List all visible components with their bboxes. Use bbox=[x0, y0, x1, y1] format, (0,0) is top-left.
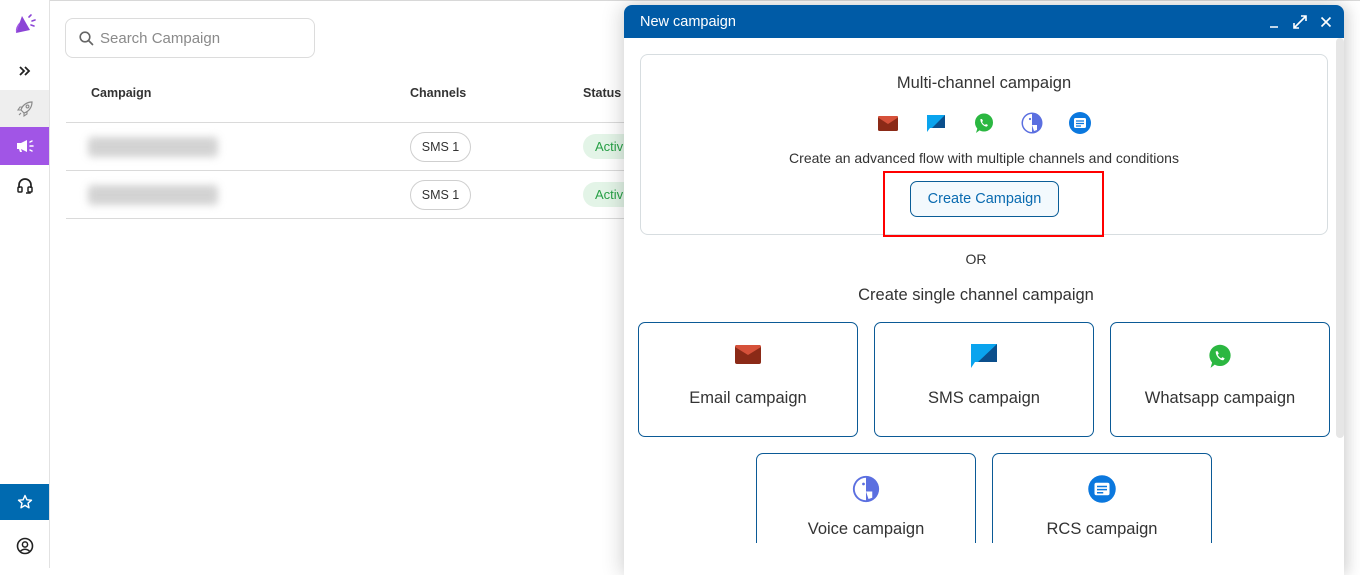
dialog-controls bbox=[1266, 5, 1334, 38]
card-label: Voice campaign bbox=[807, 520, 925, 538]
expand-icon bbox=[1293, 14, 1307, 29]
column-header-campaign[interactable]: Campaign bbox=[91, 86, 151, 100]
sidebar bbox=[0, 0, 50, 568]
whatsapp-icon bbox=[1209, 344, 1231, 368]
rcs-icon bbox=[1088, 475, 1116, 503]
rcs-campaign-card[interactable]: RCS campaign bbox=[992, 453, 1212, 543]
sidebar-item-favorites[interactable] bbox=[0, 484, 49, 520]
search-icon bbox=[79, 30, 94, 45]
headset-icon bbox=[16, 178, 33, 194]
single-channel-title: Create single channel campaign bbox=[858, 286, 1094, 304]
whatsapp-campaign-card[interactable]: Whatsapp campaign bbox=[1110, 322, 1330, 437]
multi-channel-icons bbox=[641, 111, 1327, 135]
star-icon bbox=[17, 494, 32, 509]
close-icon bbox=[1320, 16, 1332, 27]
maximize-button[interactable] bbox=[1292, 12, 1308, 32]
sidebar-logo[interactable] bbox=[0, 6, 49, 42]
user-circle-icon bbox=[16, 537, 33, 555]
email-icon bbox=[876, 111, 900, 135]
minimize-icon bbox=[1270, 25, 1278, 28]
channel-chip: SMS 1 bbox=[410, 132, 471, 162]
sms-icon bbox=[971, 344, 997, 368]
sidebar-item-campaigns[interactable] bbox=[0, 127, 49, 165]
highlight-box bbox=[883, 171, 1104, 237]
multi-channel-description: Create an advanced flow with multiple ch… bbox=[789, 150, 1179, 166]
campaign-name-blurred[interactable] bbox=[88, 137, 218, 157]
voice-icon bbox=[1020, 111, 1044, 135]
sidebar-item-profile[interactable] bbox=[0, 526, 49, 566]
dialog-header[interactable]: New campaign bbox=[624, 5, 1344, 38]
table-bottom-divider bbox=[66, 218, 666, 219]
dialog-title: New campaign bbox=[640, 13, 736, 30]
close-button[interactable] bbox=[1318, 12, 1334, 32]
double-chevron-right-icon bbox=[18, 66, 30, 76]
sidebar-expand-button[interactable] bbox=[0, 51, 49, 91]
table-row[interactable]: SMS 1 Activ bbox=[66, 170, 666, 218]
new-campaign-dialog: New campaign Multi-channel campaign Crea… bbox=[624, 5, 1344, 575]
card-label: RCS campaign bbox=[1046, 520, 1158, 538]
sms-icon bbox=[924, 111, 948, 135]
sidebar-item-support[interactable] bbox=[0, 166, 49, 206]
megaphone-icon bbox=[16, 140, 34, 152]
email-campaign-card[interactable]: Email campaign bbox=[638, 322, 858, 437]
column-header-status[interactable]: Status bbox=[583, 86, 621, 100]
voice-campaign-card[interactable]: Voice campaign bbox=[756, 453, 976, 543]
sidebar-item-rocket[interactable] bbox=[0, 90, 49, 127]
search-box[interactable] bbox=[65, 18, 315, 58]
multi-channel-title: Multi-channel campaign bbox=[896, 74, 1072, 92]
card-label: Whatsapp campaign bbox=[1144, 389, 1296, 407]
campaign-name-blurred[interactable] bbox=[88, 185, 218, 205]
email-icon bbox=[735, 345, 761, 364]
rocket-icon bbox=[16, 100, 33, 117]
megaphone-logo-icon bbox=[15, 14, 36, 33]
whatsapp-icon bbox=[972, 111, 996, 135]
rcs-icon bbox=[1068, 111, 1092, 135]
card-label: Email campaign bbox=[689, 389, 807, 407]
card-label: SMS campaign bbox=[928, 389, 1040, 407]
search-input[interactable] bbox=[100, 29, 300, 47]
minimize-button[interactable] bbox=[1266, 12, 1282, 32]
dialog-scrollbar[interactable] bbox=[1336, 38, 1344, 438]
or-separator: OR bbox=[965, 251, 987, 267]
sms-campaign-card[interactable]: SMS campaign bbox=[874, 322, 1094, 437]
voice-icon bbox=[852, 475, 880, 503]
table-row[interactable]: SMS 1 Activ bbox=[66, 122, 666, 170]
column-header-channels[interactable]: Channels bbox=[410, 86, 466, 100]
channel-chip: SMS 1 bbox=[410, 180, 471, 210]
